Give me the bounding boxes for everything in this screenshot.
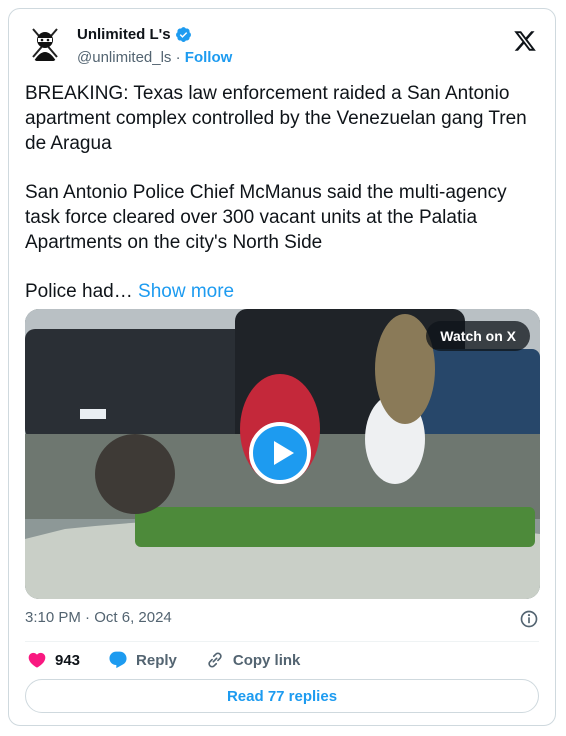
reply-label: Reply: [136, 651, 177, 669]
video-player[interactable]: Watch on X: [25, 309, 540, 599]
like-count: 943: [55, 651, 81, 669]
play-icon: [274, 441, 294, 465]
tweet-date: Oct 6, 2024: [94, 609, 172, 626]
heart-icon: [28, 652, 46, 668]
verified-badge-icon: [175, 27, 191, 42]
separator-dot: ·: [85, 609, 91, 626]
copy-link-button[interactable]: Copy link: [205, 650, 301, 670]
link-icon: [208, 652, 222, 668]
action-bar: 943 Reply Copy link: [27, 649, 328, 671]
name-row: Unlimited L's: [77, 26, 192, 43]
tweet-time: 3:10 PM: [25, 609, 81, 626]
tweet-header: Unlimited L's @unlimited_ls · Follow: [25, 23, 539, 73]
like-button[interactable]: 943: [27, 650, 80, 670]
separator-dot: ·: [175, 49, 181, 66]
follow-button[interactable]: Follow: [185, 49, 233, 66]
show-more-link[interactable]: Show more: [138, 281, 234, 302]
handle-row: @unlimited_ls · Follow: [77, 49, 232, 66]
tweet-paragraph: BREAKING: Texas law enforcement raided a…: [25, 83, 527, 154]
watch-on-x-button[interactable]: Watch on X: [426, 321, 530, 351]
info-icon[interactable]: [519, 609, 539, 629]
read-replies-button[interactable]: Read 77 replies: [25, 679, 539, 713]
play-button[interactable]: [249, 422, 311, 484]
display-name[interactable]: Unlimited L's: [77, 26, 171, 43]
tweet-text: BREAKING: Texas law enforcement raided a…: [25, 81, 541, 328]
tweet-paragraph-truncated: Police had… Show more: [25, 279, 541, 304]
tweet-paragraph: San Antonio Police Chief McManus said th…: [25, 182, 507, 253]
divider: [25, 641, 539, 642]
reply-button[interactable]: Reply: [108, 650, 177, 670]
truncated-text: Police had…: [25, 281, 133, 302]
copy-link-label: Copy link: [232, 651, 301, 669]
x-logo-icon[interactable]: [513, 29, 537, 53]
reply-bubble-icon: [109, 651, 127, 669]
tweet-card[interactable]: Unlimited L's @unlimited_ls · Follow BRE…: [8, 8, 556, 726]
avatar[interactable]: [25, 23, 65, 63]
timestamp[interactable]: 3:10 PM · Oct 6, 2024: [25, 609, 172, 626]
ninja-avatar-icon: [25, 23, 65, 63]
handle[interactable]: @unlimited_ls: [77, 49, 171, 66]
